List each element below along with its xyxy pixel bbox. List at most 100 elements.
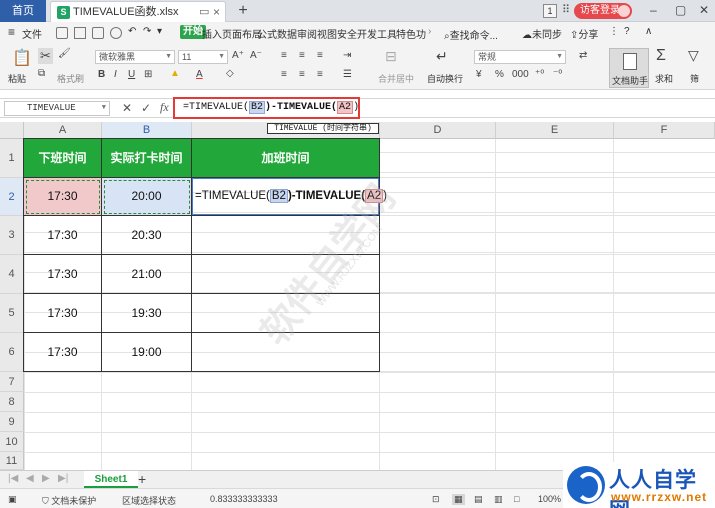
file-tab[interactable]: S TIMEVALUE函数.xlsx ▭ × — [50, 1, 226, 22]
add-sheet-button[interactable]: + — [138, 471, 146, 487]
read-mode-icon[interactable]: □ — [514, 494, 519, 504]
wrap-button[interactable]: 自动换行 — [427, 72, 463, 85]
insert-function-icon[interactable]: fx — [160, 100, 169, 115]
select-all-corner[interactable] — [0, 122, 24, 139]
menu-data[interactable]: 数据 — [277, 26, 297, 41]
prev-sheet-icon[interactable]: ◀ — [26, 473, 34, 484]
format-painter-button[interactable]: 格式刷 — [57, 72, 84, 85]
save-icon[interactable] — [56, 27, 68, 39]
menu-scroll-icon[interactable]: › — [428, 26, 431, 37]
column-header-f[interactable]: F — [614, 122, 715, 139]
italic-icon[interactable]: I — [114, 69, 117, 80]
hamburger-icon[interactable]: ≡ — [8, 25, 15, 39]
export-icon[interactable] — [74, 27, 86, 39]
filter-icon[interactable]: ▽ — [688, 47, 699, 64]
normal-view-icon[interactable]: ▦ — [452, 494, 465, 505]
cell-b4[interactable]: 21:00 — [102, 255, 192, 294]
cell-a2[interactable]: 17:30 — [24, 178, 102, 216]
first-sheet-icon[interactable]: |◀ — [8, 473, 18, 484]
column-header-d[interactable]: D — [380, 122, 496, 139]
document-assistant-button[interactable]: 文档助手 — [609, 48, 649, 88]
column-header-a[interactable]: A — [24, 122, 102, 139]
fill-color-icon[interactable]: ▲ — [170, 68, 180, 79]
menu-developer[interactable]: 开发工具 — [357, 26, 397, 41]
indent-icon[interactable]: ⇥ — [343, 50, 351, 61]
cell-b6[interactable]: 19:00 — [102, 333, 192, 372]
sheet-tab-sheet1[interactable]: Sheet1 — [84, 471, 138, 488]
menu-review[interactable]: 审阅 — [297, 26, 317, 41]
align-top-icon[interactable]: ≡ — [281, 50, 287, 61]
percent-icon[interactable]: % — [495, 69, 504, 80]
row-header-2[interactable]: 2 — [0, 178, 24, 216]
column-header-b[interactable]: B — [102, 122, 192, 139]
cell-c2-editing[interactable]: =TIMEVALUE(B2)-TIMEVALUE(A2) — [192, 178, 387, 216]
copy-icon[interactable]: ⧉ — [38, 68, 45, 79]
header-cell-c1[interactable]: 加班时间 — [192, 139, 380, 178]
print-icon[interactable] — [92, 27, 104, 39]
page-break-icon[interactable]: ▥ — [494, 494, 503, 505]
cell-b3[interactable]: 20:30 — [102, 216, 192, 255]
column-header-e[interactable]: E — [496, 122, 614, 139]
cut-icon[interactable]: ✂ — [38, 48, 53, 64]
more-options-icon[interactable]: ⋮ — [609, 26, 619, 37]
close-tab-icon[interactable]: × — [213, 2, 220, 22]
help-icon[interactable]: ? — [624, 26, 630, 37]
page-layout-icon[interactable]: ▤ — [474, 494, 483, 505]
merge-icon[interactable]: ⊟ — [385, 48, 397, 65]
type-convert-icon[interactable]: ⇄ — [579, 50, 587, 61]
minimize-icon[interactable]: – — [650, 3, 657, 17]
collapse-ribbon-icon[interactable]: ∧ — [645, 26, 652, 37]
formula-input[interactable]: =TIMEVALUE(B2)-TIMEVALUE(A2) — [173, 97, 360, 119]
cell-b5[interactable]: 19:30 — [102, 294, 192, 333]
align-right-icon[interactable]: ≡ — [317, 69, 323, 80]
cell-b2[interactable]: 20:00 — [102, 178, 192, 216]
row-header-10[interactable]: 10 — [0, 432, 24, 452]
window-count-badge[interactable]: 1 — [543, 4, 557, 18]
menu-features[interactable]: 特色功 — [396, 26, 426, 41]
number-format-select[interactable]: 常规 ▼ — [474, 50, 566, 64]
clear-icon[interactable]: ◇ — [226, 68, 234, 79]
menu-page-layout[interactable]: 页面布局 — [222, 26, 262, 41]
protect-status[interactable]: ⛉ 文档未保护 — [42, 494, 96, 507]
macro-icon[interactable]: ▣ — [8, 494, 17, 505]
row-header-5[interactable]: 5 — [0, 294, 24, 333]
home-tab[interactable]: 首页 — [0, 0, 46, 22]
font-color-icon[interactable]: A — [196, 69, 203, 80]
menu-formulas[interactable]: 公式 — [257, 26, 277, 41]
header-cell-b1[interactable]: 实际打卡时间 — [102, 139, 192, 178]
merge-button[interactable]: 合并居中 — [378, 72, 414, 85]
paste-icon[interactable]: 📋 — [12, 48, 32, 68]
menu-file[interactable]: 文件 — [22, 26, 42, 41]
row-header-7[interactable]: 7 — [0, 372, 24, 392]
font-grow-icon[interactable]: A⁺ — [232, 50, 244, 61]
row-header-6[interactable]: 6 — [0, 333, 24, 372]
menu-view[interactable]: 视图 — [317, 26, 337, 41]
command-search[interactable]: ⌕查找命令... — [444, 27, 498, 42]
cell-c5[interactable] — [192, 294, 380, 333]
filter-button[interactable]: 筛 — [690, 72, 699, 85]
decimal-inc-icon[interactable]: ⁺⁰ — [535, 69, 544, 80]
cell-c6[interactable] — [192, 333, 380, 372]
font-name-select[interactable]: 微软雅黑 ▼ — [95, 50, 175, 64]
row-header-1[interactable]: 1 — [0, 139, 24, 178]
bold-icon[interactable]: B — [98, 69, 105, 80]
cell-a4[interactable]: 17:30 — [24, 255, 102, 294]
last-sheet-icon[interactable]: ▶| — [58, 473, 68, 484]
align-left-icon[interactable]: ≡ — [281, 69, 287, 80]
row-header-4[interactable]: 4 — [0, 255, 24, 294]
sum-button[interactable]: 求和 — [655, 72, 673, 85]
border-icon[interactable]: ⊞ — [144, 69, 152, 80]
row-header-8[interactable]: 8 — [0, 392, 24, 412]
name-box[interactable]: TIMEVALUE ▼ — [4, 101, 110, 116]
close-window-icon[interactable]: ✕ — [699, 3, 709, 17]
font-size-select[interactable]: 11 ▼ — [178, 50, 228, 64]
wrap-icon[interactable]: ↵ — [436, 48, 448, 65]
more-icon[interactable]: ▾ — [157, 26, 162, 37]
maximize-icon[interactable]: ▢ — [675, 3, 686, 17]
format-painter-icon[interactable]: 🖌 — [58, 48, 71, 59]
confirm-icon[interactable]: ✓ — [141, 101, 151, 115]
new-tab-button[interactable]: + — [234, 0, 252, 22]
currency-icon[interactable]: ¥ — [476, 69, 482, 80]
cell-c4[interactable] — [192, 255, 380, 294]
paste-button[interactable]: 粘贴 — [8, 72, 26, 85]
